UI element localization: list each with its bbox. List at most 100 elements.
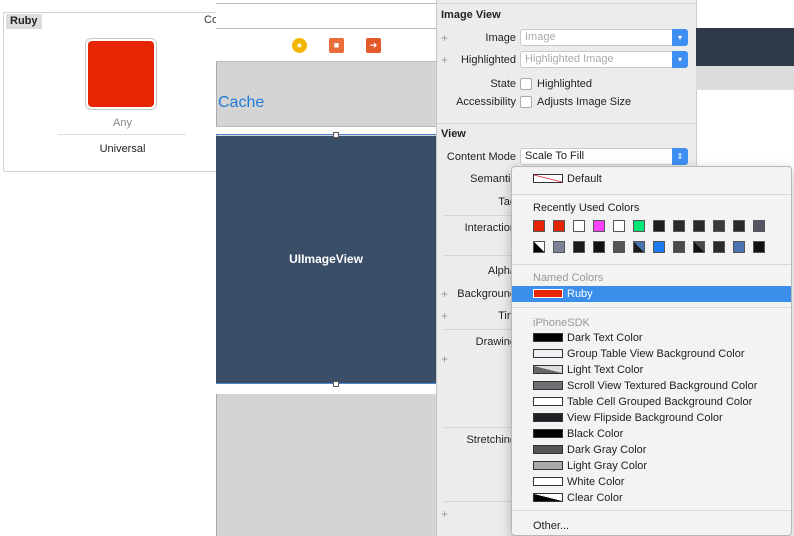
back-link[interactable]: Cache xyxy=(218,94,264,112)
color-set-name[interactable]: Ruby xyxy=(6,14,42,29)
sdk-color-chip xyxy=(533,381,563,390)
menu-item-sdk-color[interactable]: Group Table View Background Color xyxy=(512,346,791,362)
sdk-color-chip xyxy=(533,413,563,422)
recent-color-swatch[interactable] xyxy=(613,241,625,253)
sdk-color-chip xyxy=(533,493,563,502)
menu-item-label: Scroll View Textured Background Color xyxy=(567,380,758,392)
background-label: Background xyxy=(457,288,516,300)
window-toolbar xyxy=(696,28,794,66)
interaction-label: Interaction xyxy=(464,222,516,234)
image-view-label: UIImageView xyxy=(289,252,363,266)
menu-item-label: Group Table View Background Color xyxy=(567,348,745,360)
recent-color-swatch[interactable] xyxy=(693,241,705,253)
menu-item-sdk-color[interactable]: White Color xyxy=(512,474,791,490)
menu-item-sdk-color[interactable]: Table Cell Grouped Background Color xyxy=(512,394,791,410)
highlighted-image-popup[interactable]: Highlighted Image ▾ xyxy=(520,51,688,68)
recent-color-swatch[interactable] xyxy=(673,241,685,253)
recent-color-swatch[interactable] xyxy=(693,220,705,232)
recent-color-swatch[interactable] xyxy=(533,220,545,232)
menu-item-default[interactable]: Default xyxy=(512,171,791,187)
tag-label: Tag xyxy=(498,196,516,208)
recent-color-swatch[interactable] xyxy=(553,220,565,232)
menu-item-other[interactable]: Other... xyxy=(533,520,569,532)
recent-color-swatch[interactable] xyxy=(653,220,665,232)
divider xyxy=(444,427,512,428)
menu-item-label: Table Cell Grouped Background Color xyxy=(567,396,753,408)
image-popup[interactable]: Image ▾ xyxy=(520,29,688,46)
divider xyxy=(444,255,512,256)
divider xyxy=(512,307,791,308)
menu-item-label: White Color xyxy=(567,476,625,488)
recent-color-swatch[interactable] xyxy=(533,241,545,253)
recent-color-swatch[interactable] xyxy=(673,220,685,232)
default-color-chip xyxy=(533,174,563,183)
sdk-color-chip xyxy=(533,397,563,406)
view-strip xyxy=(216,126,436,135)
content-mode-label: Content Mode xyxy=(446,151,516,163)
menu-item-label: Ruby xyxy=(567,288,593,300)
chevron-down-icon: ▾ xyxy=(672,29,688,46)
highlighted-label: Highlighted xyxy=(460,54,516,66)
menu-item-label: Default xyxy=(567,173,602,185)
recent-color-swatch[interactable] xyxy=(653,241,665,253)
divider xyxy=(512,264,791,265)
menu-item-ruby[interactable]: Ruby xyxy=(512,286,791,302)
adjusts-image-size-checkbox[interactable] xyxy=(520,96,532,108)
recent-color-swatch[interactable] xyxy=(733,220,745,232)
menu-item-sdk-color[interactable]: Dark Gray Color xyxy=(512,442,791,458)
menu-item-sdk-color[interactable]: View Flipside Background Color xyxy=(512,410,791,426)
highlighted-option: Highlighted xyxy=(537,78,593,90)
divider xyxy=(58,134,186,135)
view-controller-icon[interactable]: ● xyxy=(292,38,307,53)
ruby-color-chip xyxy=(533,289,563,298)
menu-item-sdk-color[interactable]: Dark Text Color xyxy=(512,330,791,346)
recent-color-swatch[interactable] xyxy=(753,241,765,253)
window-bar xyxy=(696,66,794,90)
divider xyxy=(444,215,512,216)
recent-color-swatch[interactable] xyxy=(633,241,645,253)
state-label: State xyxy=(490,78,516,90)
recent-color-swatch[interactable] xyxy=(613,220,625,232)
exit-icon[interactable]: ➜ xyxy=(366,38,381,53)
alpha-label: Alpha xyxy=(487,265,516,277)
recent-color-swatch[interactable] xyxy=(593,220,605,232)
recent-color-swatch[interactable] xyxy=(553,241,565,253)
add-variation-icon[interactable]: + xyxy=(441,507,448,521)
menu-item-sdk-color[interactable]: Light Gray Color xyxy=(512,458,791,474)
highlighted-checkbox[interactable] xyxy=(520,78,532,90)
divider xyxy=(444,329,512,330)
recent-color-swatch[interactable] xyxy=(733,241,745,253)
menu-item-sdk-color[interactable]: Light Text Color xyxy=(512,362,791,378)
sdk-color-chip xyxy=(533,445,563,454)
color-swatch[interactable] xyxy=(88,41,154,107)
menu-item-sdk-color[interactable]: Clear Color xyxy=(512,490,791,506)
resize-handle[interactable] xyxy=(333,132,339,138)
menu-item-sdk-color[interactable]: Scroll View Textured Background Color xyxy=(512,378,791,394)
recent-color-swatch[interactable] xyxy=(753,220,765,232)
semantic-label: Semantic xyxy=(470,173,516,185)
recent-color-swatch[interactable] xyxy=(713,220,725,232)
adjusts-image-size-option: Adjusts Image Size xyxy=(537,96,632,108)
menu-item-label: Light Gray Color xyxy=(567,460,648,472)
content-mode-popup[interactable]: Scale To Fill ⇕ xyxy=(520,148,688,165)
recent-color-swatch[interactable] xyxy=(713,241,725,253)
menu-item-label: Light Text Color xyxy=(567,364,644,376)
recent-color-swatch[interactable] xyxy=(573,241,585,253)
tint-label: Tint xyxy=(498,310,516,322)
sdk-color-chip xyxy=(533,461,563,470)
menu-item-label: Dark Text Color xyxy=(567,332,643,344)
menu-item-sdk-color[interactable]: Black Color xyxy=(512,426,791,442)
image-view-section-title: Image View xyxy=(441,9,501,21)
divider xyxy=(512,510,791,511)
first-responder-icon[interactable]: ■ xyxy=(329,38,344,53)
recent-color-swatch[interactable] xyxy=(593,241,605,253)
content-mode-value: Scale To Fill xyxy=(525,150,585,162)
recent-color-swatch[interactable] xyxy=(573,220,585,232)
divider xyxy=(216,28,436,29)
divider xyxy=(444,501,512,502)
add-variation-icon[interactable]: + xyxy=(441,352,448,366)
resize-handle[interactable] xyxy=(333,381,339,387)
recent-color-swatch[interactable] xyxy=(633,220,645,232)
view-strip xyxy=(216,383,436,394)
view-section-title: View xyxy=(441,128,466,140)
